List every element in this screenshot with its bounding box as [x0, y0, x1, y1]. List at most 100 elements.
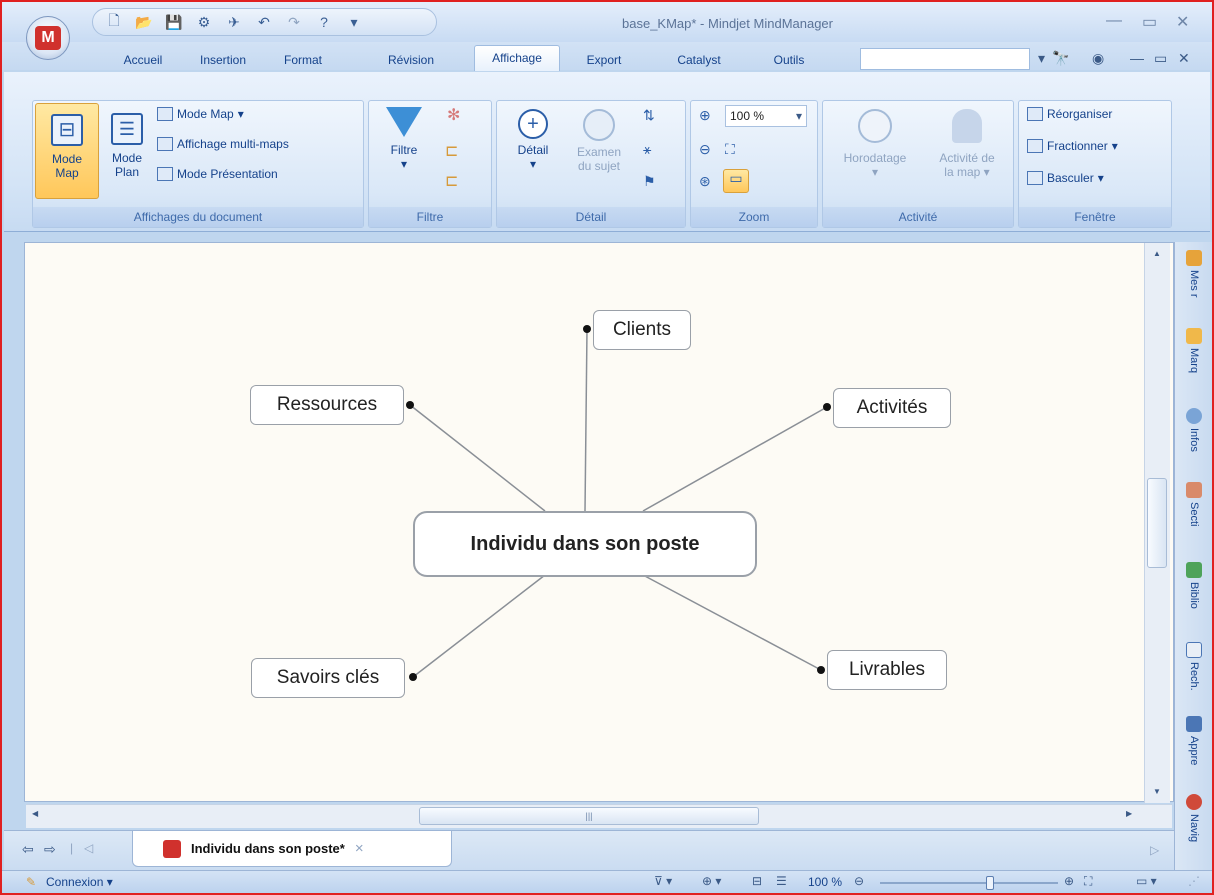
zoom-slider-track[interactable] [880, 882, 1058, 884]
doc-minimize-icon[interactable]: — [1130, 50, 1144, 66]
tab-export[interactable]: Export [576, 50, 632, 70]
mode-map-small-icon [157, 107, 173, 121]
mode-map-button[interactable]: ⊟ Mode Map [35, 103, 99, 199]
mode-map-menu[interactable]: Mode Map ▾ [157, 107, 244, 121]
status-mode-plan-icon[interactable]: ☰ [776, 874, 787, 888]
back-arrow-icon[interactable]: ⇦ [22, 841, 34, 858]
reorganiser-button[interactable]: Réorganiser [1027, 107, 1112, 121]
zoom-select[interactable]: 100 % ▾ [725, 105, 807, 127]
tab-accueil[interactable]: Accueil [114, 50, 172, 70]
panel-tab-marqueurs[interactable]: Marq [1181, 328, 1207, 404]
tab-insertion[interactable]: Insertion [188, 50, 258, 70]
open-folder-icon[interactable]: 📂 [133, 13, 155, 31]
status-detail-icon[interactable]: ⊕ ▾ [702, 874, 721, 888]
multi-maps-button[interactable]: Affichage multi-maps [157, 137, 289, 151]
sections-icon [1186, 482, 1202, 498]
filtre-label: Filtre [390, 143, 418, 157]
vertical-scroll-thumb[interactable] [1147, 478, 1167, 568]
filter-topic-icon[interactable]: ⊏ [445, 141, 458, 161]
status-layout-icon[interactable]: ▭ ▾ [1136, 874, 1157, 888]
tab-format[interactable]: Format [274, 50, 332, 70]
maximize-icon[interactable]: ▭ [1142, 12, 1157, 32]
central-topic[interactable]: Individu dans son poste [413, 511, 757, 577]
topic-livrables[interactable]: Livrables [827, 650, 947, 690]
mode-plan-button[interactable]: ☰ Mode Plan [103, 103, 151, 199]
status-filter-icon[interactable]: ⊽ ▾ [654, 874, 672, 888]
document-tab[interactable]: Individu dans son poste* × [132, 831, 452, 867]
undo-icon[interactable]: ↶ [253, 13, 275, 31]
doc-close-icon[interactable]: ✕ [1178, 50, 1190, 67]
close-icon[interactable]: ✕ [1176, 12, 1189, 32]
tab-scroll-right-icon[interactable]: ▷ [1150, 843, 1159, 857]
binoculars-icon[interactable]: 🔭 [1052, 50, 1069, 67]
map-canvas[interactable]: Individu dans son poste Clients Ressourc… [24, 242, 1174, 802]
tab-outils[interactable]: Outils [764, 50, 814, 70]
publish-icon[interactable]: ⚙ [193, 13, 215, 31]
scroll-left-icon[interactable]: ◀ [32, 809, 38, 818]
doc-restore-icon[interactable]: ▭ [1154, 50, 1167, 67]
horodatage-button[interactable]: Horodatage ▾ [829, 105, 921, 199]
search-input[interactable] [860, 48, 1030, 70]
customize-qat-icon[interactable]: ▾ [343, 13, 365, 31]
basculer-button[interactable]: Basculer ▾ [1027, 171, 1104, 185]
tab-affichage[interactable]: Affichage [474, 45, 560, 71]
zoom-selection-icon[interactable]: ⊛ [699, 173, 711, 190]
panel-tab-navigateur[interactable]: Navig [1181, 794, 1207, 868]
zoom-out-icon[interactable]: ⊖ [699, 141, 711, 158]
status-zoom-out-icon[interactable]: ⊖ [854, 874, 864, 888]
collapse-icon[interactable]: ⚹ [643, 141, 651, 158]
scroll-up-icon[interactable]: ▲ [1153, 249, 1161, 258]
connector-livrables [642, 574, 822, 671]
status-zoom-in-icon[interactable]: ⊕ [1064, 874, 1074, 888]
topic-savoirs-cles[interactable]: Savoirs clés [251, 658, 405, 698]
help-circle-icon[interactable]: ◉ [1092, 50, 1104, 67]
dropdown-icon[interactable]: ▾ [1038, 50, 1045, 67]
help-icon[interactable]: ? [313, 13, 335, 31]
zoom-slider-thumb[interactable] [986, 876, 994, 890]
horizontal-scroll-thumb[interactable]: ||| [419, 807, 759, 825]
panel-tab-apprentissage[interactable]: Appre [1181, 716, 1207, 790]
topic-activites[interactable]: Activités [833, 388, 951, 428]
topic-ressources[interactable]: Ressources [250, 385, 404, 425]
flag-icon[interactable]: ⚑ [643, 173, 656, 190]
tab-scroll-left-icon[interactable]: ◁ [84, 841, 93, 855]
document-tab-close-icon[interactable]: × [355, 840, 364, 857]
redo-icon[interactable]: ↷ [283, 13, 305, 31]
minimize-icon[interactable]: — [1106, 12, 1122, 30]
zoom-in-icon[interactable]: ⊕ [699, 107, 711, 124]
tab-revision[interactable]: Révision [378, 50, 444, 70]
clear-filter-icon[interactable]: ✻ [447, 105, 460, 125]
application-logo[interactable]: M [26, 16, 70, 60]
filtre-button[interactable]: Filtre ▾ [379, 105, 429, 199]
examen-du-sujet-button[interactable]: Examen du sujet [567, 105, 631, 199]
status-fit-icon[interactable]: ⛶ [1084, 874, 1092, 889]
scroll-down-icon[interactable]: ▼ [1153, 787, 1161, 796]
fit-map-icon[interactable]: ⛶ [725, 141, 735, 158]
horizontal-scrollbar[interactable]: ◀ ||| ▶ [26, 804, 1172, 828]
status-zoom-value: 100 % [808, 875, 843, 889]
page-width-icon[interactable]: ▭ [723, 169, 749, 193]
basculer-label: Basculer [1047, 171, 1094, 185]
tab-catalyst[interactable]: Catalyst [666, 50, 732, 70]
filter-subtopic-icon[interactable]: ⊏ [445, 171, 458, 191]
panel-tab-sections[interactable]: Secti [1181, 482, 1207, 556]
show-subtopics-icon[interactable]: ⇅ [643, 107, 655, 124]
activite-map-button[interactable]: Activité de la map ▾ [923, 105, 1011, 199]
save-icon[interactable]: 💾 [163, 13, 185, 31]
topic-clients[interactable]: Clients [593, 310, 691, 350]
resize-grip-icon[interactable]: ⋰ [1188, 874, 1200, 888]
scroll-right-icon[interactable]: ▶ [1126, 809, 1132, 818]
send-icon[interactable]: ✈ [223, 13, 245, 31]
status-mode-map-icon[interactable]: ⊟ [752, 874, 762, 888]
new-document-icon[interactable]: 🗋 [103, 12, 125, 31]
panel-tab-bibliotheque[interactable]: Biblio [1181, 562, 1207, 638]
connexion-menu[interactable]: Connexion ▾ [46, 875, 113, 889]
forward-arrow-icon[interactable]: ⇨ [44, 841, 56, 858]
detail-button[interactable]: + Détail ▾ [505, 105, 561, 199]
fractionner-button[interactable]: Fractionner ▾ [1027, 139, 1118, 153]
presentation-button[interactable]: Mode Présentation [157, 167, 278, 181]
panel-tab-infos[interactable]: Infos [1181, 408, 1207, 480]
panel-tab-recherche[interactable]: Rech. [1181, 642, 1207, 714]
panel-tab-mes-maps[interactable]: Mes r [1181, 250, 1207, 322]
vertical-scrollbar[interactable]: ▲ ▼ [1144, 243, 1170, 803]
